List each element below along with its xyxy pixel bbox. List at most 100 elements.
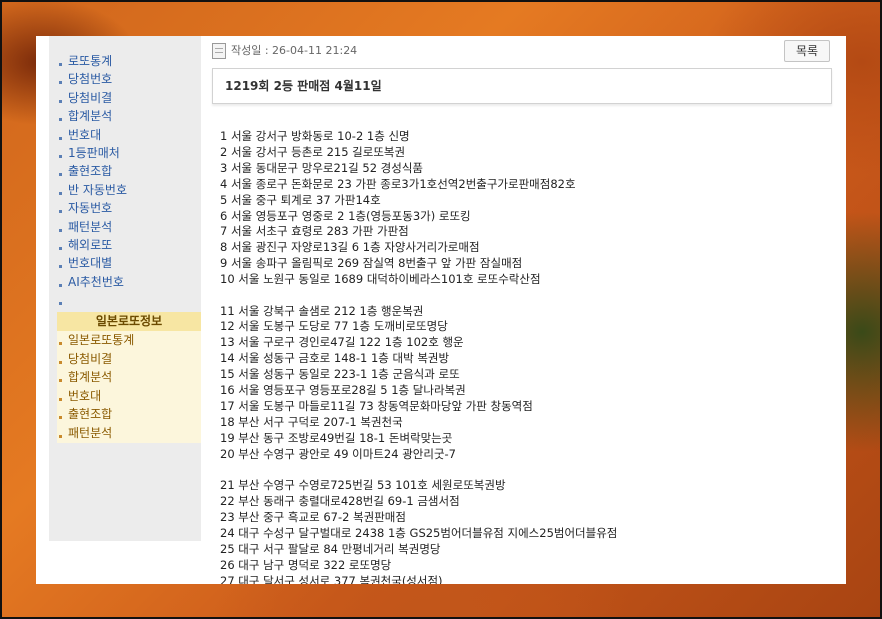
bullet-icon: [59, 63, 62, 66]
bullet-icon: [59, 99, 62, 103]
shop-line: 13 서울 구로구 경인로47길 122 1층 102호 행운: [220, 335, 464, 350]
post-meta: 작성일 : 26-04-11 21:24: [212, 41, 357, 61]
post-content: 1 서울 강서구 방화동로 10-2 1층 신명 2 서울 강서구 등촌로 215…: [220, 129, 840, 584]
japan-lotto-header: 일본로또정보: [57, 312, 201, 331]
bullet-icon: [59, 154, 62, 158]
shop-line: 10 서울 노원구 동일로 1689 대덕하이베라스101호 로또수락산점: [220, 272, 541, 287]
sidebar-menu-item[interactable]: 번호대: [57, 126, 201, 144]
bullet-icon: [59, 379, 62, 383]
sidebar-menu-item[interactable]: 자동번호: [57, 199, 201, 217]
bullet-icon: [59, 210, 62, 214]
shop-line: 4 서울 종로구 돈화문로 23 가판 종로3가1호선역2번출구가로판매점82호: [220, 176, 576, 191]
sidebar-menu-item[interactable]: 당첨비결: [57, 89, 201, 107]
shop-line: 19 부산 동구 조방로49번길 18-1 돈벼락맞는곳: [220, 430, 453, 445]
shop-line: 17 서울 도봉구 마들로11길 73 창동역문화마당앞 가판 창동역점: [220, 399, 533, 413]
sidebar-menu-item[interactable]: 출현조합: [57, 162, 201, 180]
bullet-icon: [59, 434, 62, 438]
bullet-icon: [59, 265, 62, 269]
document-icon: [212, 43, 226, 59]
sidebar-menu-label: 로또통계: [68, 54, 113, 68]
bullet-icon: [59, 136, 62, 140]
bullet-icon: [59, 191, 62, 195]
sidebar-menu-label: AI추천번호: [68, 274, 124, 289]
sidebar-menu-item[interactable]: [57, 291, 201, 309]
sidebar-menu: 로또통계당첨번호당첨비결합계분석번호대 1등판매처출현조합반 자동번호자동번호패턴…: [57, 52, 201, 309]
content-panel: 로또통계 당첨번호 당첨비결 합계분석 번호대 1등판매처 출현조합 반 자동번호 자동번호 패턴…: [36, 36, 846, 584]
sidebar-menu-item[interactable]: AI추천번호: [57, 273, 201, 291]
bullet-icon: [59, 173, 62, 177]
sidebar-menu-label: 출현조합: [68, 164, 113, 179]
shop-line: 23 부산 중구 흑교로 67-2 복권판매점: [220, 509, 406, 524]
shop-line: 25 대구 서구 팔달로 84 만평네거리 복권명당: [220, 541, 441, 556]
shop-line: 5 서울 중구 퇴계로 37 가판14호: [220, 192, 381, 207]
bullet-icon: [59, 118, 62, 122]
shop-line: 18 부산 서구 구덕로 207-1 복권천국: [220, 414, 403, 429]
post-date: 작성일 : 26-04-11 21:24: [231, 44, 358, 57]
japan-menu-item[interactable]: 당첨비결: [57, 349, 201, 369]
sidebar-menu-item[interactable]: 패턴분석: [57, 218, 201, 236]
bullet-icon: [59, 360, 62, 364]
sidebar-menu-label: 해외로또: [68, 237, 113, 252]
shop-line: 20 부산 수영구 광안로 49 이마트24 광안리굿-7: [220, 446, 456, 461]
japan-menu-label: 당첨비결: [68, 351, 113, 366]
japan-menu-item[interactable]: 패턴분석: [57, 423, 201, 443]
sidebar-menu-item[interactable]: 당첨번호: [57, 70, 201, 88]
sidebar-menu-item[interactable]: 1등판매처: [57, 144, 201, 162]
japan-menu-label: 번호대: [68, 388, 102, 403]
sidebar-menu-item[interactable]: 로또통계: [57, 52, 201, 70]
japan-menu-item[interactable]: 일본로또통계: [57, 331, 201, 350]
shop-line: 6 서울 영등포구 영중로 2 1층(영등포동3가) 로또킹: [220, 208, 471, 223]
japan-menu-item[interactable]: 번호대: [57, 386, 201, 406]
post-title-box: 1219회 2등 판매점 4월11일: [212, 68, 832, 104]
list-button[interactable]: 목록: [784, 40, 830, 62]
sidebar-menu-label: 당첨번호: [68, 72, 113, 87]
sidebar: 로또통계 당첨번호 당첨비결 합계분석 번호대 1등판매처 출현조합 반 자동번호 자동번호 패턴…: [49, 36, 201, 541]
shop-line: 1 서울 강서구 방화동로 10-2 1층 신명: [220, 129, 410, 143]
japan-menu-item[interactable]: 합계분석: [57, 368, 201, 387]
japan-menu-label: 패턴분석: [68, 425, 113, 440]
shop-line: 14 서울 성동구 금호로 148-1 1층 대박 복권방: [220, 351, 450, 366]
sidebar-menu-label: 반 자동번호: [68, 182, 128, 197]
shop-line: 12 서울 도봉구 도당로 77 1층 도깨비로또명당: [220, 319, 448, 334]
bullet-icon: [59, 397, 62, 401]
sidebar-menu-label: 패턴분석: [68, 219, 113, 234]
shop-line: 11 서울 강북구 솔샘로 212 1층 행운복권: [220, 303, 424, 318]
shop-line: 9 서울 송파구 올림픽로 269 잠실역 8번출구 앞 가판 잠실매점: [220, 256, 523, 271]
sidebar-menu-label: 합계분석: [68, 109, 113, 124]
shop-line: 8 서울 광진구 자양로13길 6 1층 자양사거리가로매점: [220, 240, 480, 255]
shop-line: 26 대구 남구 명덕로 322 로또명당: [220, 557, 392, 572]
shop-line: 24 대구 수성구 달구벌대로 2438 1층 GS25범어더블유점 지에스25…: [220, 525, 618, 540]
shop-line: 16 서울 영등포구 영등포로28길 5 1층 달나라복권: [220, 383, 466, 398]
sidebar-menu-label: 자동번호: [68, 201, 113, 216]
japan-menu-label: 일본로또통계: [68, 333, 135, 347]
shop-line: 15 서울 성동구 동일로 223-1 1층 군음식과 로또: [220, 367, 460, 382]
japan-menu-label: 합계분석: [68, 370, 113, 385]
bullet-icon: [59, 416, 62, 420]
sidebar-menu-label: 당첨비결: [68, 90, 113, 105]
sidebar-menu-item[interactable]: 반 자동번호: [57, 181, 201, 199]
bullet-icon: [59, 283, 62, 287]
bullet-icon: [59, 228, 62, 232]
japan-lotto-section: 일본로또정보 일본로또통계당첨비결합계분석번호대출현조합패턴분석: [57, 312, 201, 443]
sidebar-menu-item[interactable]: 번호대별: [57, 254, 201, 272]
bullet-icon: [59, 302, 62, 306]
shop-line: 7 서울 서초구 효령로 283 가판 가판점: [220, 224, 409, 239]
japan-menu-label: 출현조합: [68, 407, 113, 422]
sidebar-menu-item[interactable]: 합계분석: [57, 107, 201, 125]
bullet-icon: [59, 342, 62, 345]
sidebar-menu-label: 1등판매처: [68, 145, 120, 160]
post-title: 1219회 2등 판매점 4월11일: [225, 79, 382, 93]
sidebar-menu-label: 번호대: [68, 127, 102, 142]
shop-line: 2 서울 강서구 등촌로 215 길로또복권: [220, 144, 406, 159]
shop-line: 3 서울 동대문구 망우로21길 52 경성식품: [220, 160, 423, 175]
sidebar-menu-item[interactable]: 해외로또: [57, 236, 201, 254]
bullet-icon: [59, 81, 62, 85]
bullet-icon: [59, 246, 62, 250]
sidebar-menu-label: 번호대별: [68, 256, 113, 271]
shop-line: 27 대구 달서구 성서로 377 복권천국(성서점): [220, 573, 443, 584]
shop-line: 21 부산 수영구 수영로725번길 53 101호 세원로또복권방: [220, 478, 506, 493]
japan-menu-item[interactable]: 출현조합: [57, 405, 201, 424]
shop-line: 22 부산 동래구 충렬대로428번길 69-1 금샘서점: [220, 494, 460, 509]
